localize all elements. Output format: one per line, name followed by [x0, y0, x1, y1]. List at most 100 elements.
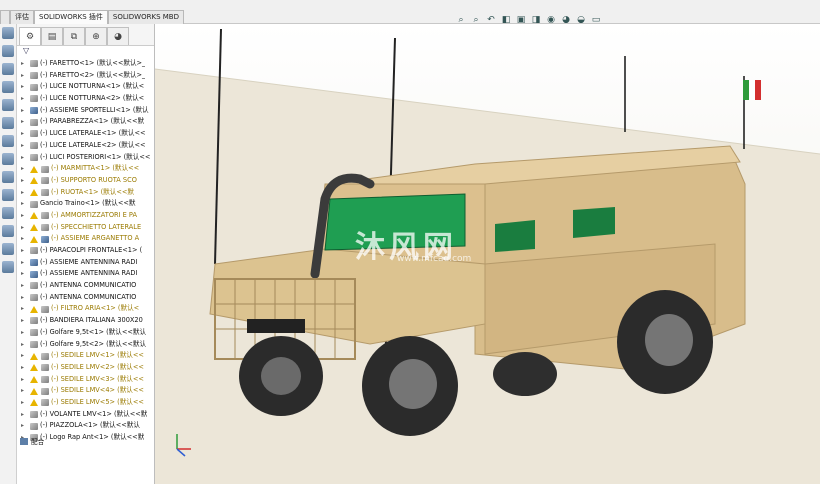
- expand-arrow-icon[interactable]: ▸: [21, 280, 29, 292]
- tree-item[interactable]: ▸ (-) VOLANTE LMV<1> (默认<<默: [17, 409, 154, 421]
- tool-icon[interactable]: [2, 225, 14, 237]
- tree-item[interactable]: ▸ (-) ANTENNA COMMUNICATIO: [17, 292, 154, 304]
- tree-item[interactable]: ▸ (-) PARABREZZA<1> (默认<<默: [17, 116, 154, 128]
- expand-arrow-icon[interactable]: ▸: [21, 303, 29, 315]
- tree-item[interactable]: ▸ (-) ANTENNA COMMUNICATIO: [17, 280, 154, 292]
- tree-item[interactable]: ▸ (-) LUCE LATERALE<1> (默认<<: [17, 128, 154, 140]
- tree-item[interactable]: ▸ (-) ASSIEME ANTENNINA RADI: [17, 257, 154, 269]
- tree-item-label: (-) VOLANTE LMV<1> (默认<<默: [40, 409, 148, 418]
- mates-folder[interactable]: 配合: [20, 436, 44, 446]
- expand-arrow-icon[interactable]: ▸: [21, 233, 29, 245]
- tool-icon[interactable]: [2, 243, 14, 255]
- tab-partial[interactable]: [0, 10, 10, 24]
- tree-item[interactable]: ▸ (-) LUCI POSTERIORI<1> (默认<<: [17, 152, 154, 164]
- expand-arrow-icon[interactable]: ▸: [21, 175, 29, 187]
- tool-icon[interactable]: [2, 27, 14, 39]
- expand-arrow-icon[interactable]: ▸: [21, 58, 29, 70]
- feature-manager-icon[interactable]: ⚙: [19, 27, 41, 45]
- expand-arrow-icon[interactable]: ▸: [21, 350, 29, 362]
- expand-arrow-icon[interactable]: ▸: [21, 292, 29, 304]
- graphics-viewport[interactable]: 沐风网 www.mfcad.com: [155, 24, 820, 484]
- assembly-icon: [29, 107, 38, 115]
- tree-item[interactable]: ▸ (-) FARETTO<2> (默认<<默认>_: [17, 70, 154, 82]
- expand-arrow-icon[interactable]: ▸: [21, 105, 29, 117]
- expand-arrow-icon[interactable]: ▸: [21, 140, 29, 152]
- expand-arrow-icon[interactable]: ▸: [21, 222, 29, 234]
- part-icon: [40, 387, 49, 395]
- tool-icon[interactable]: [2, 261, 14, 273]
- tool-icon[interactable]: [2, 81, 14, 93]
- expand-arrow-icon[interactable]: ▸: [21, 210, 29, 222]
- tree-item[interactable]: ▸ (-) FILTRO ARIA<1> (默认<: [17, 303, 154, 315]
- warning-icon: [29, 352, 38, 360]
- tool-icon[interactable]: [2, 207, 14, 219]
- expand-arrow-icon[interactable]: ▸: [21, 245, 29, 257]
- tab-solidworks-addins[interactable]: SOLIDWORKS 插件: [34, 10, 108, 24]
- tree-item[interactable]: ▸ (-) LUCE NOTTURNA<2> (默认<: [17, 93, 154, 105]
- property-manager-icon[interactable]: ▤: [41, 27, 63, 45]
- expand-arrow-icon[interactable]: ▸: [21, 397, 29, 409]
- tree-item[interactable]: ▸ (-) MARMITTA<1> (默认<<: [17, 163, 154, 175]
- display-manager-icon[interactable]: ◕: [107, 27, 129, 45]
- tree-item[interactable]: ▸ (-) ASSIEME ARGANETTO A: [17, 233, 154, 245]
- tree-item[interactable]: ▸ (-) SEDILE LMV<4> (默认<<: [17, 385, 154, 397]
- part-icon: [40, 364, 49, 372]
- tree-item[interactable]: ▸ (-) BANDIERA ITALIANA 300X20: [17, 315, 154, 327]
- tree-item[interactable]: ▸ (-) SUPPORTO RUOTA SCO: [17, 175, 154, 187]
- expand-arrow-icon[interactable]: ▸: [21, 374, 29, 386]
- tree-item[interactable]: ▸ (-) SPECCHIETTO LATERALE: [17, 222, 154, 234]
- tree-item[interactable]: ▸ (-) Golfare 9,5t<2> (默认<<默认: [17, 339, 154, 351]
- expand-arrow-icon[interactable]: ▸: [21, 257, 29, 269]
- tree-item[interactable]: ▸ (-) RUOTA<1> (默认<<默: [17, 187, 154, 199]
- configuration-manager-icon[interactable]: ⧉: [63, 27, 85, 45]
- expand-arrow-icon[interactable]: ▸: [21, 116, 29, 128]
- expand-arrow-icon[interactable]: ▸: [21, 385, 29, 397]
- tree-item[interactable]: ▸ Gancio Traino<1> (默认<<默: [17, 198, 154, 210]
- expand-arrow-icon[interactable]: ▸: [21, 339, 29, 351]
- expand-arrow-icon[interactable]: ▸: [21, 198, 29, 210]
- tool-icon[interactable]: [2, 153, 14, 165]
- expand-arrow-icon[interactable]: ▸: [21, 327, 29, 339]
- expand-arrow-icon[interactable]: ▸: [21, 152, 29, 164]
- expand-arrow-icon[interactable]: ▸: [21, 362, 29, 374]
- expand-arrow-icon[interactable]: ▸: [21, 409, 29, 421]
- expand-arrow-icon[interactable]: ▸: [21, 315, 29, 327]
- tool-icon[interactable]: [2, 135, 14, 147]
- warning-icon: [29, 177, 38, 185]
- filter-icon[interactable]: ▽: [17, 46, 154, 58]
- tool-icon[interactable]: [2, 171, 14, 183]
- tab-solidworks-mbd[interactable]: SOLIDWORKS MBD: [107, 10, 184, 24]
- tool-icon[interactable]: [2, 189, 14, 201]
- expand-arrow-icon[interactable]: ▸: [21, 128, 29, 140]
- expand-arrow-icon[interactable]: ▸: [21, 163, 29, 175]
- tab-evaluate[interactable]: 评估: [10, 10, 34, 24]
- tool-icon[interactable]: [2, 45, 14, 57]
- tree-item[interactable]: ▸ (-) PIAZZOLA<1> (默认<<默认: [17, 420, 154, 432]
- part-icon: [40, 375, 49, 383]
- tree-item[interactable]: ▸ (-) ASSIEME ANTENNINA RADI: [17, 268, 154, 280]
- tree-item[interactable]: ▸ (-) AMMORTIZZATORI E PA: [17, 210, 154, 222]
- tree-item[interactable]: ▸ (-) LUCE LATERALE<2> (默认<<: [17, 140, 154, 152]
- tree-item[interactable]: ▸ (-) LUCE NOTTURNA<1> (默认<: [17, 81, 154, 93]
- tree-item[interactable]: ▸ (-) SEDILE LMV<2> (默认<<: [17, 362, 154, 374]
- tree-item-label: Gancio Traino<1> (默认<<默: [40, 199, 136, 208]
- tree-item[interactable]: ▸ (-) FARETTO<1> (默认<<默认>_: [17, 58, 154, 70]
- tree-item[interactable]: ▸ (-) Golfare 9,5t<1> (默认<<默认: [17, 327, 154, 339]
- tab-strip: 评估 SOLIDWORKS 插件 SOLIDWORKS MBD: [0, 10, 184, 24]
- tree-item[interactable]: ▸ (-) ASSIEME SPORTELLI<1> (默认: [17, 105, 154, 117]
- tree-item[interactable]: ▸ (-) PARACOLPI FRONTALE<1> (: [17, 245, 154, 257]
- expand-arrow-icon[interactable]: ▸: [21, 268, 29, 280]
- dimxpert-icon[interactable]: ⊕: [85, 27, 107, 45]
- tool-icon[interactable]: [2, 99, 14, 111]
- tree-item[interactable]: ▸ (-) SEDILE LMV<3> (默认<<: [17, 374, 154, 386]
- tool-icon[interactable]: [2, 117, 14, 129]
- tree-item[interactable]: ▸ (-) SEDILE LMV<1> (默认<<: [17, 350, 154, 362]
- warning-icon: [29, 305, 38, 313]
- tree-item[interactable]: ▸ (-) SEDILE LMV<5> (默认<<: [17, 397, 154, 409]
- expand-arrow-icon[interactable]: ▸: [21, 93, 29, 105]
- expand-arrow-icon[interactable]: ▸: [21, 420, 29, 432]
- expand-arrow-icon[interactable]: ▸: [21, 70, 29, 82]
- expand-arrow-icon[interactable]: ▸: [21, 81, 29, 93]
- tool-icon[interactable]: [2, 63, 14, 75]
- expand-arrow-icon[interactable]: ▸: [21, 187, 29, 199]
